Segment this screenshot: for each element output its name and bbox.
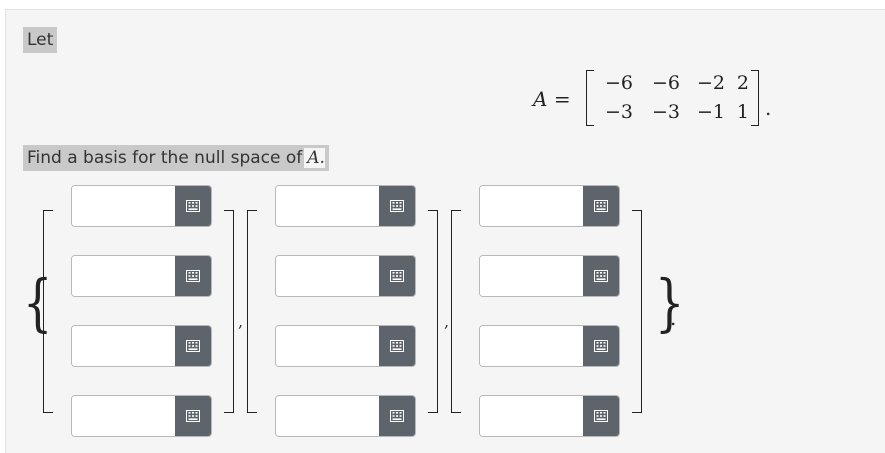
vector-separator: , — [444, 312, 450, 331]
vector-entry-input[interactable] — [480, 396, 584, 436]
keypad-button[interactable] — [175, 396, 211, 436]
vector-entry-input[interactable] — [480, 256, 584, 296]
vector-entry-field — [71, 185, 212, 227]
matrix-bracket-right — [751, 70, 759, 126]
vector-entry-field — [275, 185, 416, 227]
keypad-button[interactable] — [583, 186, 619, 226]
vector-entry-input[interactable] — [276, 186, 380, 226]
matrix-name: A — [533, 87, 548, 111]
keypad-button[interactable] — [379, 256, 415, 296]
equals-sign: = — [553, 87, 571, 111]
vector-bracket-left — [451, 210, 461, 413]
matrix-lhs: A = — [533, 87, 571, 111]
keypad-button[interactable] — [379, 396, 415, 436]
vector-bracket-right — [428, 210, 438, 413]
keypad-button[interactable] — [583, 396, 619, 436]
keypad-button[interactable] — [175, 256, 211, 296]
vector-entry-input[interactable] — [276, 396, 380, 436]
keypad-icon — [390, 340, 404, 352]
vector-bracket-left — [247, 210, 257, 413]
keypad-icon — [186, 270, 200, 282]
vector-bracket-right — [224, 210, 234, 413]
keypad-button[interactable] — [379, 326, 415, 366]
keypad-button[interactable] — [379, 186, 415, 226]
vector-entry-field — [275, 395, 416, 437]
keypad-button[interactable] — [175, 326, 211, 366]
vector-entry-field — [479, 255, 620, 297]
keypad-icon — [186, 200, 200, 212]
question-text: Find a basis for the null space of A. — [23, 145, 329, 171]
keypad-icon — [186, 340, 200, 352]
vector-entry-field — [275, 255, 416, 297]
vector-entry-field — [71, 255, 212, 297]
vector-entry-input[interactable] — [276, 326, 380, 366]
keypad-button[interactable] — [583, 256, 619, 296]
matrix-cell: −6 — [651, 72, 680, 94]
vector-bracket-left — [43, 210, 53, 413]
vector-bracket-right — [632, 210, 642, 413]
matrix-a-display: A = −6 −6 −2 2 −3 −3 −1 1 . — [533, 70, 778, 128]
vector-entry-input[interactable] — [72, 186, 176, 226]
vector-entry-input[interactable] — [276, 256, 380, 296]
matrix-period: . — [765, 96, 772, 120]
keypad-icon — [390, 200, 404, 212]
set-period: . — [670, 306, 677, 330]
keypad-icon — [594, 270, 608, 282]
matrix-cell: −3 — [604, 101, 633, 123]
vector-entry-input[interactable] — [72, 326, 176, 366]
vector-entry-input[interactable] — [480, 326, 584, 366]
vector-separator: , — [238, 312, 244, 331]
matrix-cell: 1 — [736, 101, 749, 123]
keypad-icon — [186, 410, 200, 422]
vector-entry-field — [479, 395, 620, 437]
vector-entry-field — [479, 185, 620, 227]
vector-entry-field — [71, 325, 212, 367]
matrix-cell: −3 — [651, 101, 680, 123]
vector-entry-input[interactable] — [72, 256, 176, 296]
vector-entry-field — [479, 325, 620, 367]
keypad-icon — [594, 410, 608, 422]
keypad-button[interactable] — [175, 186, 211, 226]
keypad-button[interactable] — [583, 326, 619, 366]
matrix-cell: 2 — [736, 72, 749, 94]
matrix-cell: −6 — [604, 72, 633, 94]
keypad-icon — [390, 410, 404, 422]
keypad-icon — [594, 340, 608, 352]
intro-text: Let — [23, 27, 58, 53]
keypad-icon — [390, 270, 404, 282]
question-prompt: Find a basis for the null space of — [27, 148, 303, 168]
vector-entry-input[interactable] — [72, 396, 176, 436]
vector-entry-field — [275, 325, 416, 367]
vector-entry-field — [71, 395, 212, 437]
vector-entry-input[interactable] — [480, 186, 584, 226]
keypad-icon — [594, 200, 608, 212]
question-math: A. — [304, 148, 325, 168]
